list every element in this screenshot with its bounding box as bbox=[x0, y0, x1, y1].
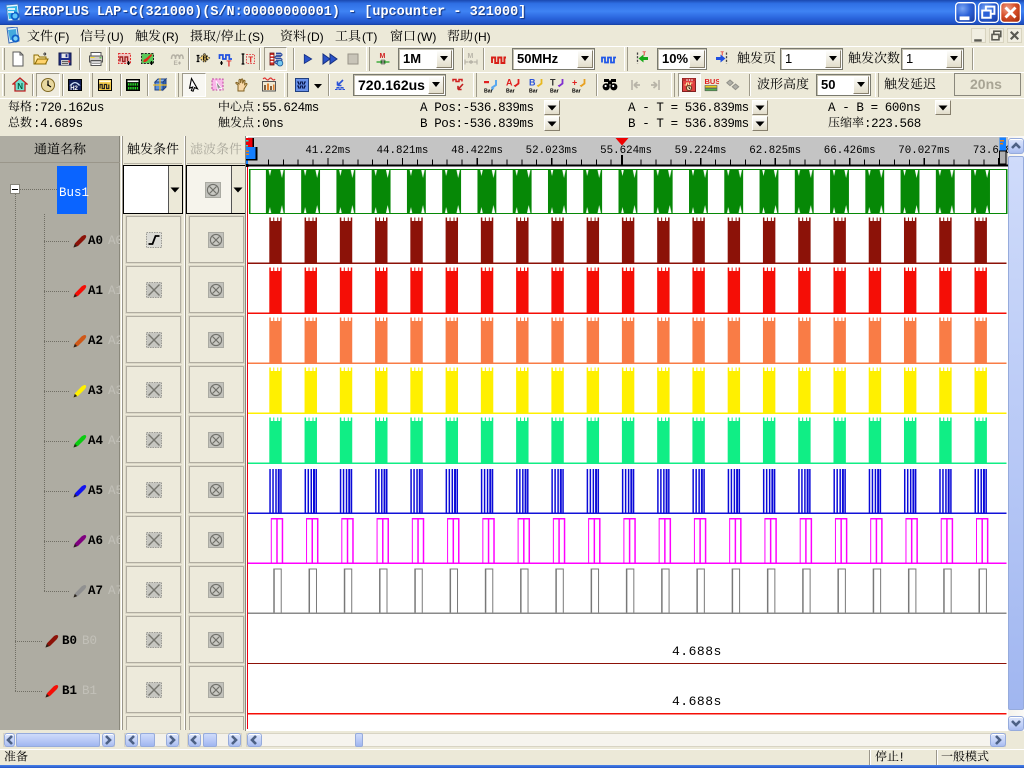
svg-text:70.027ms: 70.027ms bbox=[898, 145, 950, 157]
svg-text:A: A bbox=[506, 78, 513, 88]
svg-text:48.422ms: 48.422ms bbox=[451, 145, 503, 157]
svg-text:M: M bbox=[380, 53, 386, 60]
svg-text:H2: H2 bbox=[70, 86, 78, 92]
svg-text:Bar: Bar bbox=[572, 89, 581, 94]
svg-text:Bar: Bar bbox=[484, 89, 493, 94]
svg-text:T: T bbox=[721, 52, 725, 58]
svg-text:52.023ms: 52.023ms bbox=[526, 145, 578, 157]
svg-text:T: T bbox=[248, 56, 253, 65]
svg-text:BUS: BUS bbox=[705, 77, 720, 86]
svg-text:E: E bbox=[174, 60, 179, 67]
svg-text:44.821ms: 44.821ms bbox=[377, 145, 429, 157]
svg-text:55.624ms: 55.624ms bbox=[600, 145, 652, 157]
svg-text:Bar: Bar bbox=[529, 89, 538, 94]
svg-text:T: T bbox=[643, 52, 647, 58]
svg-text:Bar: Bar bbox=[506, 89, 515, 94]
svg-text:59.224ms: 59.224ms bbox=[675, 145, 727, 157]
svg-text:N: N bbox=[17, 82, 23, 91]
svg-text:62.825ms: 62.825ms bbox=[749, 145, 801, 157]
svg-text:Bar: Bar bbox=[550, 89, 559, 94]
svg-text:T: T bbox=[227, 60, 232, 68]
svg-text:66.426ms: 66.426ms bbox=[824, 145, 876, 157]
svg-text:4.688s: 4.688s bbox=[672, 644, 722, 659]
svg-text:M: M bbox=[468, 53, 474, 60]
svg-text:B: B bbox=[529, 78, 536, 88]
svg-text:+: + bbox=[572, 78, 577, 88]
svg-text:4.688s: 4.688s bbox=[672, 694, 722, 709]
svg-text:41.22ms: 41.22ms bbox=[305, 145, 350, 157]
svg-text:B: B bbox=[203, 56, 208, 63]
svg-text:T: T bbox=[550, 78, 556, 88]
